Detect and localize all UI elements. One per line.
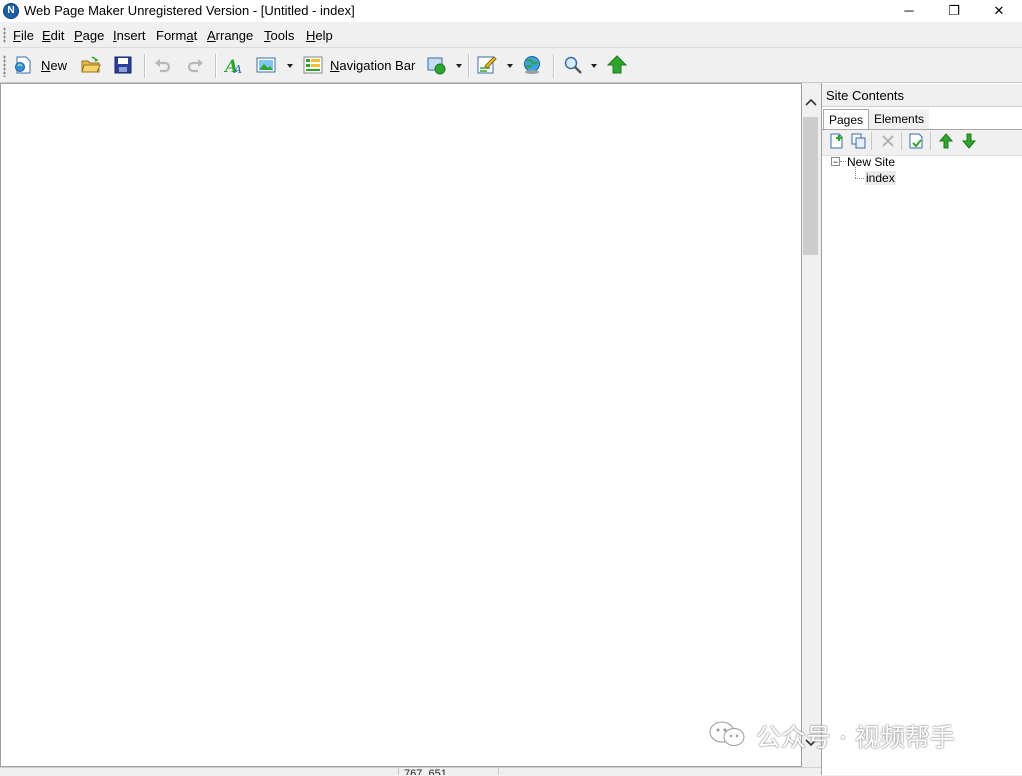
scroll-up-arrow[interactable] <box>803 96 818 112</box>
save-disk-icon[interactable] <box>113 55 133 75</box>
move-up-icon[interactable] <box>938 133 954 149</box>
canvas-scroll-thumb[interactable] <box>803 117 818 255</box>
undo-icon[interactable] <box>153 56 173 76</box>
panel-tool-separator <box>930 132 931 150</box>
status-coordinates: 767, 651 <box>404 768 447 775</box>
menu-page[interactable]: Page <box>74 28 104 43</box>
menu-file[interactable]: File <box>13 28 34 43</box>
tab-pages[interactable]: Pages <box>823 109 870 129</box>
window-title: Web Page Maker Unregistered Version - [U… <box>24 3 355 18</box>
panel-title: Site Contents <box>826 88 905 103</box>
toolbar-separator <box>553 54 555 78</box>
status-separator <box>498 768 499 775</box>
preview-globe-icon[interactable] <box>522 55 542 75</box>
shape-dropdown-arrow[interactable] <box>456 64 462 68</box>
design-canvas[interactable] <box>0 83 802 767</box>
new-page-icon[interactable] <box>13 55 33 75</box>
tree-connector <box>840 161 846 162</box>
open-folder-icon[interactable] <box>81 55 101 75</box>
menu-help[interactable]: Help <box>306 28 333 43</box>
form-dropdown-arrow[interactable] <box>507 64 513 68</box>
redo-icon[interactable] <box>185 56 205 76</box>
toolbar-separator <box>144 54 146 78</box>
toolbar-grip[interactable] <box>3 55 6 77</box>
copy-page-icon[interactable] <box>851 133 867 149</box>
menu-bar <box>0 23 1022 48</box>
menu-grip[interactable] <box>3 27 6 43</box>
text-icon[interactable]: A A <box>224 55 244 75</box>
tree-collapse-toggle[interactable]: − <box>831 157 840 167</box>
panel-tool-separator <box>871 132 872 150</box>
watermark-text: 公众号 · 视频帮手 <box>756 723 955 752</box>
zoom-icon[interactable] <box>563 55 583 75</box>
image-icon[interactable] <box>256 55 276 75</box>
publish-icon[interactable] <box>607 55 627 75</box>
restore-button[interactable]: ❐ <box>931 0 977 22</box>
new-button[interactable]: New <box>41 58 67 73</box>
image-dropdown-arrow[interactable] <box>287 64 293 68</box>
navigation-bar-button[interactable]: Navigation Bar <box>330 58 415 73</box>
add-page-icon[interactable] <box>829 133 845 149</box>
status-separator <box>398 768 399 775</box>
menu-tools[interactable]: Tools <box>264 28 294 43</box>
menu-format[interactable]: Format <box>156 28 197 43</box>
tree-connector <box>855 178 864 179</box>
toolbar-separator <box>468 54 470 78</box>
svg-text:A: A <box>233 63 242 75</box>
delete-page-icon[interactable] <box>880 133 896 149</box>
menu-insert[interactable]: Insert <box>113 28 146 43</box>
menu-arrange[interactable]: Arrange <box>207 28 253 43</box>
tree-connector <box>855 167 856 178</box>
menu-edit[interactable]: Edit <box>42 28 64 43</box>
panel-tool-separator <box>901 132 902 150</box>
wechat-logo-icon <box>709 721 745 746</box>
move-down-icon[interactable] <box>961 133 977 149</box>
navigation-bar-icon[interactable] <box>303 55 323 75</box>
app-logo-icon[interactable]: N <box>3 3 19 19</box>
close-button[interactable]: ✕ <box>976 0 1022 22</box>
toolbar-separator <box>215 54 217 78</box>
zoom-dropdown-arrow[interactable] <box>591 64 597 68</box>
shape-icon[interactable] <box>427 55 447 75</box>
form-edit-icon[interactable] <box>477 55 497 75</box>
minimize-button[interactable]: ─ <box>886 0 932 22</box>
tab-elements[interactable]: Elements <box>869 109 930 129</box>
site-contents-panel <box>821 83 1022 775</box>
tree-node-page-index[interactable]: index <box>865 171 896 185</box>
page-properties-icon[interactable] <box>908 133 924 149</box>
